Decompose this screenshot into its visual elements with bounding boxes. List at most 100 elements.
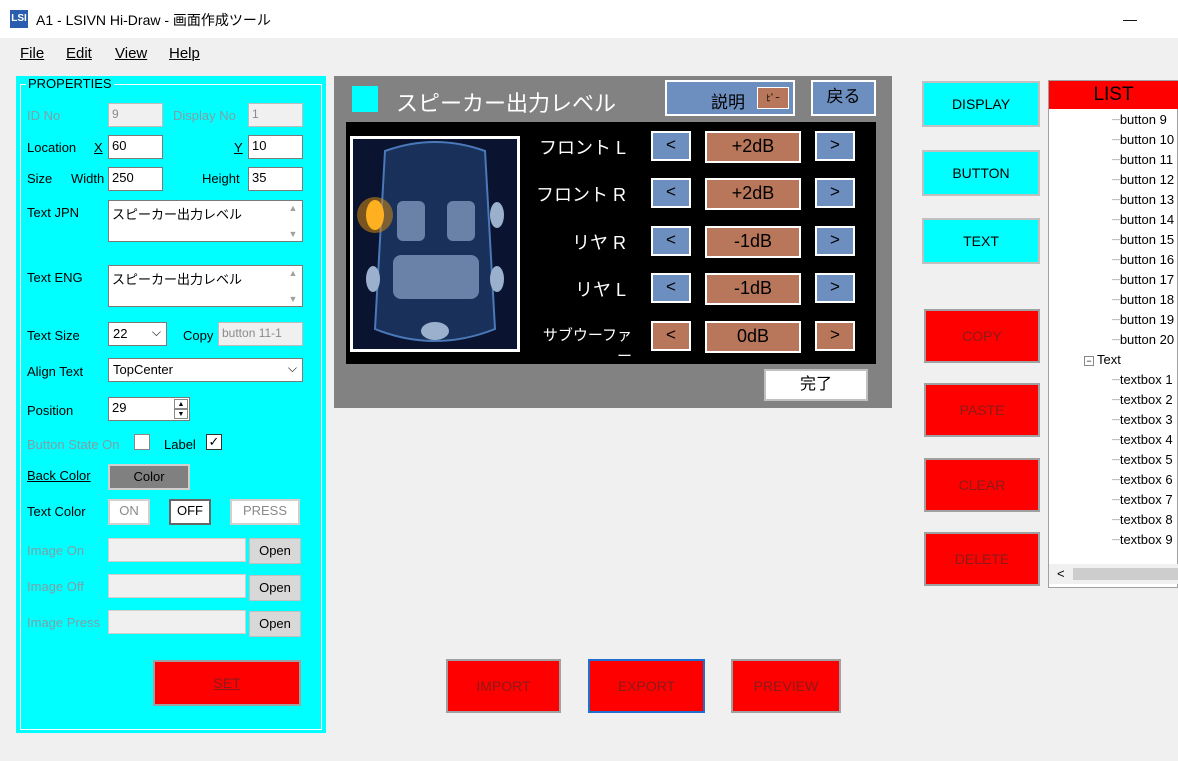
- tree-item-textbox[interactable]: ┈textbox 7: [1112, 492, 1173, 508]
- text-size-select[interactable]: 22 ⌵: [108, 322, 167, 346]
- image-press-open-button[interactable]: Open: [249, 611, 301, 637]
- scroll-up-icon[interactable]: ▲: [286, 203, 300, 213]
- tree-item-button[interactable]: ┈button 16: [1112, 252, 1174, 268]
- align-text-select[interactable]: TopCenter ⌵: [108, 358, 303, 382]
- clear-button[interactable]: CLEAR: [924, 458, 1040, 512]
- display-button[interactable]: DISPLAY: [922, 81, 1040, 127]
- back-color-button[interactable]: Color: [108, 464, 190, 490]
- increase-button[interactable]: >: [815, 273, 855, 303]
- size-label: Size: [27, 171, 53, 186]
- text-eng-label: Text ENG: [27, 270, 83, 285]
- tree-node-label: textbox 6: [1119, 472, 1173, 487]
- text-color-press-button[interactable]: PRESS: [230, 499, 300, 525]
- collapse-icon[interactable]: −: [1084, 356, 1094, 366]
- scroll-thumb[interactable]: [1073, 568, 1178, 580]
- import-button[interactable]: IMPORT: [446, 659, 561, 713]
- menu-edit[interactable]: Edit: [66, 45, 92, 62]
- tree-item-textbox[interactable]: ┈textbox 5: [1112, 452, 1173, 468]
- scroll-left-icon[interactable]: <: [1057, 566, 1065, 581]
- increase-button[interactable]: >: [815, 131, 855, 161]
- tree-item-textbox[interactable]: ┈textbox 4: [1112, 432, 1173, 448]
- copy-button[interactable]: COPY: [924, 309, 1040, 363]
- location-x-input[interactable]: 60: [108, 135, 163, 159]
- tree-node-label: button 20: [1119, 332, 1175, 347]
- increase-button[interactable]: >: [815, 321, 855, 351]
- tree-item-button[interactable]: ┈button 9: [1112, 112, 1167, 128]
- menu-view[interactable]: View: [115, 45, 147, 62]
- tree-item-textbox[interactable]: ┈textbox 3: [1112, 412, 1173, 428]
- done-button[interactable]: 完了: [764, 369, 868, 401]
- tree-item-button[interactable]: ┈button 18: [1112, 292, 1174, 308]
- tree-item-textbox[interactable]: ┈textbox 8: [1112, 512, 1173, 528]
- export-button[interactable]: EXPORT: [588, 659, 705, 713]
- text-eng-input[interactable]: スピーカー出力レベル ▲ ▼: [108, 265, 303, 307]
- spin-down-icon[interactable]: ▼: [174, 409, 188, 419]
- delete-button[interactable]: DELETE: [924, 532, 1040, 586]
- level-value: +2dB: [705, 178, 801, 210]
- paste-button[interactable]: PASTE: [924, 383, 1040, 437]
- tree-group-text[interactable]: − Text: [1084, 352, 1121, 367]
- x-label: X: [94, 140, 103, 155]
- tree-item-button[interactable]: ┈button 10: [1112, 132, 1174, 148]
- text-color-on-button[interactable]: ON: [108, 499, 150, 525]
- set-button[interactable]: SET: [153, 660, 301, 706]
- tree-item-button[interactable]: ┈button 17: [1112, 272, 1174, 288]
- position-spinner[interactable]: 29 ▲ ▼: [108, 397, 190, 421]
- image-off-label: Image Off: [27, 579, 84, 594]
- menu-file[interactable]: File: [20, 45, 44, 62]
- width-input[interactable]: 250: [108, 167, 163, 191]
- back-button[interactable]: 戻る: [811, 80, 876, 116]
- tree-item-button[interactable]: ┈button 20: [1112, 332, 1174, 348]
- tree-item-textbox[interactable]: ┈textbox 9: [1112, 532, 1173, 548]
- align-text-label: Align Text: [27, 364, 84, 379]
- button-state-checkbox[interactable]: [134, 434, 150, 450]
- preview-button[interactable]: PREVIEW: [731, 659, 841, 713]
- tree-node-label: textbox 3: [1119, 412, 1173, 427]
- height-label: Height: [202, 171, 240, 186]
- text-jpn-input[interactable]: スピーカー出力レベル ▲ ▼: [108, 200, 303, 242]
- spin-up-icon[interactable]: ▲: [174, 399, 188, 409]
- tree-item-textbox[interactable]: ┈textbox 6: [1112, 472, 1173, 488]
- location-y-input[interactable]: 10: [248, 135, 303, 159]
- text-jpn-label: Text JPN: [27, 205, 80, 220]
- explain-button[interactable]: 説明 ﾋﾟｰ: [665, 80, 795, 116]
- decrease-button[interactable]: <: [651, 131, 691, 161]
- decrease-button[interactable]: <: [651, 178, 691, 208]
- id-no-label: ID No: [27, 108, 61, 123]
- decrease-button[interactable]: <: [651, 321, 691, 351]
- tree-node-label: textbox 4: [1119, 432, 1173, 447]
- scroll-down-icon[interactable]: ▼: [286, 229, 300, 239]
- label-checkbox[interactable]: ✓: [206, 434, 222, 450]
- screen-title[interactable]: スピーカー出力レベル: [396, 86, 616, 118]
- tree-item-button[interactable]: ┈button 14: [1112, 212, 1174, 228]
- text-type-button[interactable]: TEXT: [922, 218, 1040, 264]
- image-press-label: Image Press: [27, 615, 100, 630]
- image-off-open-button[interactable]: Open: [249, 575, 301, 601]
- tree-item-textbox[interactable]: ┈textbox 2: [1112, 392, 1173, 408]
- increase-button[interactable]: >: [815, 178, 855, 208]
- scroll-up-icon[interactable]: ▲: [286, 268, 300, 278]
- tree-item-button[interactable]: ┈button 13: [1112, 192, 1174, 208]
- level-value: +2dB: [705, 131, 801, 163]
- level-value: -1dB: [705, 273, 801, 305]
- tree-item-button[interactable]: ┈button 12: [1112, 172, 1174, 188]
- button-type-button[interactable]: BUTTON: [922, 150, 1040, 196]
- chevron-down-icon: ⌵: [151, 325, 161, 339]
- screen-indicator[interactable]: [352, 86, 378, 112]
- tree-item-textbox[interactable]: ┈textbox 1: [1112, 372, 1173, 388]
- text-jpn-value: スピーカー出力レベル: [112, 207, 243, 222]
- menu-help[interactable]: Help: [169, 45, 200, 62]
- scroll-down-icon[interactable]: ▼: [286, 294, 300, 304]
- text-color-off-button[interactable]: OFF: [169, 499, 211, 525]
- decrease-button[interactable]: <: [651, 273, 691, 303]
- explain-label: 説明: [711, 93, 745, 112]
- height-input[interactable]: 35: [248, 167, 303, 191]
- tree-item-button[interactable]: ┈button 19: [1112, 312, 1174, 328]
- increase-button[interactable]: >: [815, 226, 855, 256]
- minimize-button[interactable]: —: [1110, 6, 1150, 32]
- decrease-button[interactable]: <: [651, 226, 691, 256]
- horizontal-scrollbar[interactable]: <: [1049, 564, 1178, 584]
- tree-item-button[interactable]: ┈button 15: [1112, 232, 1174, 248]
- tree-item-button[interactable]: ┈button 11: [1112, 152, 1173, 168]
- image-on-open-button[interactable]: Open: [249, 538, 301, 564]
